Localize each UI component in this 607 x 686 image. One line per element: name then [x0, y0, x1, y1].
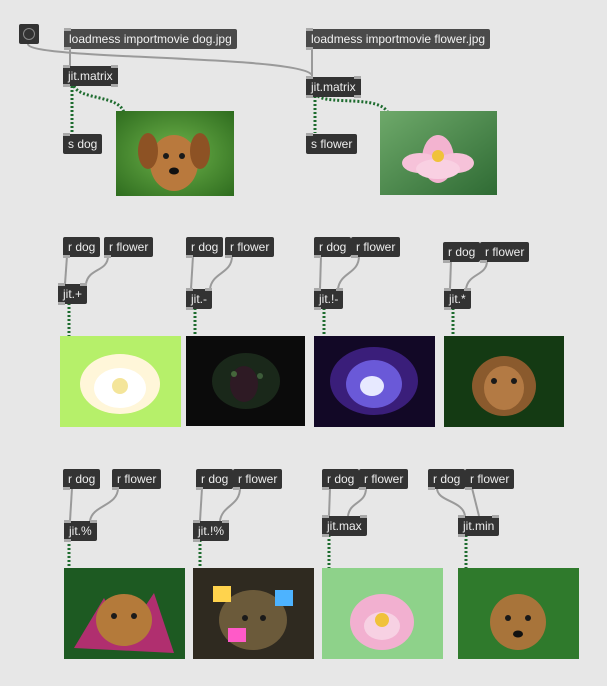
jit-rmodulo-output-preview: [193, 568, 314, 659]
receive-dog-2[interactable]: r dog: [186, 237, 224, 258]
receive-flower-1[interactable]: r flower: [104, 237, 154, 258]
jit-max-object[interactable]: jit.max: [322, 515, 367, 537]
jit-multiply-object[interactable]: jit.*: [444, 288, 471, 310]
object-text: r dog: [68, 240, 96, 254]
receive-dog-4[interactable]: r dog: [443, 242, 481, 263]
jit-modulo-output-preview: [64, 568, 185, 659]
flower-preview-window: [380, 111, 497, 195]
receive-dog-8[interactable]: r dog: [428, 469, 466, 490]
object-text: jit.max: [327, 519, 362, 533]
object-text: jit.min: [463, 519, 495, 533]
receive-dog-1[interactable]: r dog: [63, 237, 101, 258]
object-text: jit.*: [449, 292, 466, 306]
jit-plus-output-preview: [60, 336, 181, 427]
object-text: jit.matrix: [311, 80, 356, 94]
jit-max-output-preview: [322, 568, 443, 659]
message-text: loadmess importmovie dog.jpg: [69, 32, 232, 46]
jit-matrix-dog[interactable]: jit.matrix: [63, 65, 118, 87]
object-text: jit.+: [63, 287, 83, 301]
multiply-output-image: [444, 336, 564, 427]
receive-flower-7[interactable]: r flower: [359, 469, 409, 490]
object-text: r flower: [117, 472, 157, 486]
object-text: r flower: [364, 472, 404, 486]
loadmess-dog-message[interactable]: loadmess importmovie dog.jpg: [64, 28, 237, 50]
jit-min-output-preview: [458, 568, 579, 659]
object-text: jit.-: [191, 292, 207, 306]
message-text: loadmess importmovie flower.jpg: [311, 32, 486, 46]
object-text: r dog: [319, 240, 347, 254]
flower-image: [380, 111, 497, 195]
patcher-canvas: loadmess importmovie dog.jpg loadmess im…: [0, 0, 607, 686]
object-text: s flower: [311, 137, 353, 151]
receive-dog-7[interactable]: r dog: [322, 469, 360, 490]
modulo-output-image: [64, 568, 185, 659]
jit-min-object[interactable]: jit.min: [458, 515, 500, 537]
receive-dog-5[interactable]: r dog: [63, 469, 101, 490]
jit-minus-output-preview: [186, 336, 305, 426]
receive-flower-6[interactable]: r flower: [233, 469, 283, 490]
dog-image: [116, 111, 234, 196]
plus-output-image: [60, 336, 181, 427]
jit-matrix-flower[interactable]: jit.matrix: [306, 76, 361, 98]
object-text: r dog: [68, 472, 96, 486]
jit-modulo-object[interactable]: jit.%: [64, 520, 97, 542]
object-text: s dog: [68, 137, 98, 151]
object-text: r flower: [230, 240, 270, 254]
jit-multiply-output-preview: [444, 336, 564, 427]
receive-dog-6[interactable]: r dog: [196, 469, 234, 490]
send-dog[interactable]: s dog: [63, 133, 103, 154]
object-text: r dog: [201, 472, 229, 486]
rmodulo-output-image: [193, 568, 314, 659]
object-text: r flower: [109, 240, 149, 254]
jit-rminus-object[interactable]: jit.!-: [314, 288, 344, 310]
object-text: r dog: [327, 472, 355, 486]
object-text: r flower: [485, 245, 525, 259]
minus-output-image: [186, 336, 305, 426]
object-text: jit.!%: [198, 524, 225, 538]
send-flower[interactable]: s flower: [306, 133, 358, 154]
object-text: r dog: [191, 240, 219, 254]
object-text: jit.matrix: [68, 69, 113, 83]
receive-flower-4[interactable]: r flower: [480, 242, 530, 263]
receive-dog-3[interactable]: r dog: [314, 237, 352, 258]
rminus-output-image: [314, 336, 435, 427]
min-output-image: [458, 568, 579, 659]
object-text: jit.!-: [319, 292, 339, 306]
receive-flower-8[interactable]: r flower: [465, 469, 515, 490]
dog-preview-window: [116, 111, 234, 196]
bang-button[interactable]: [19, 24, 39, 44]
jit-plus-object[interactable]: jit.+: [58, 283, 88, 305]
max-output-image: [322, 568, 443, 659]
loadmess-flower-message[interactable]: loadmess importmovie flower.jpg: [306, 28, 491, 50]
object-text: r flower: [356, 240, 396, 254]
receive-flower-2[interactable]: r flower: [225, 237, 275, 258]
object-text: r dog: [433, 472, 461, 486]
jit-minus-object[interactable]: jit.-: [186, 288, 212, 310]
receive-flower-5[interactable]: r flower: [112, 469, 162, 490]
jit-rmodulo-object[interactable]: jit.!%: [193, 520, 230, 542]
object-text: jit.%: [69, 524, 92, 538]
receive-flower-3[interactable]: r flower: [351, 237, 401, 258]
object-text: r dog: [448, 245, 476, 259]
object-text: r flower: [238, 472, 278, 486]
jit-rminus-output-preview: [314, 336, 435, 427]
object-text: r flower: [470, 472, 510, 486]
